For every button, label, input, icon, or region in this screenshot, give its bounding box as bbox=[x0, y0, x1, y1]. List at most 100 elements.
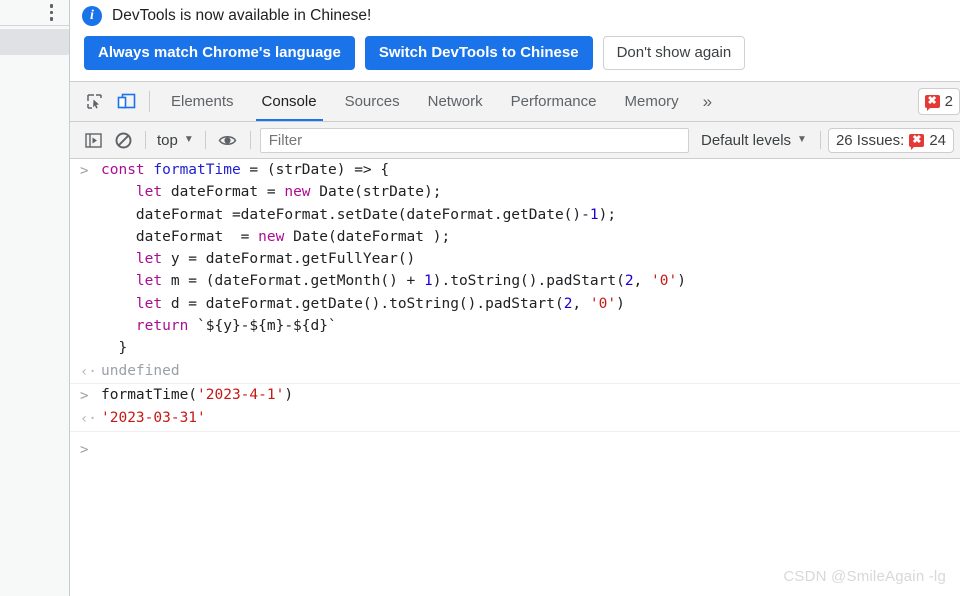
code-token: Date(strDate); bbox=[319, 184, 442, 201]
console-result-value: '2023-03-31' bbox=[101, 407, 206, 429]
browser-toolbar-row bbox=[0, 0, 69, 26]
code-token: let bbox=[101, 251, 171, 268]
tab-label: Sources bbox=[344, 93, 400, 110]
console-code-block: const formatTime = (strDate) => { let da… bbox=[101, 159, 686, 360]
tab-label: Network bbox=[427, 93, 483, 110]
code-token: new bbox=[284, 184, 320, 201]
code-token: let bbox=[101, 273, 171, 290]
code-token: , bbox=[633, 273, 652, 290]
locale-banner-message-row: i DevTools is now available in Chinese! bbox=[82, 6, 950, 26]
clear-console-icon[interactable] bbox=[108, 127, 138, 153]
tab-network[interactable]: Network bbox=[414, 82, 497, 121]
info-icon: i bbox=[82, 6, 102, 26]
console-code-block: formatTime('2023-4-1') bbox=[101, 384, 293, 406]
tabbar-error-count: 2 bbox=[944, 93, 953, 110]
switch-devtools-language-button[interactable]: Switch DevTools to Chinese bbox=[364, 36, 593, 70]
console-toolbar-divider bbox=[819, 131, 821, 149]
code-token: y = dateFormat.getFullYear() bbox=[170, 251, 416, 268]
console-input-marker: > bbox=[80, 387, 89, 404]
issues-label: 26 Issues: bbox=[835, 131, 905, 149]
tab-label: Memory bbox=[624, 93, 679, 110]
code-token: let bbox=[101, 184, 171, 201]
kebab-dot bbox=[49, 4, 53, 8]
code-token: ); bbox=[598, 206, 617, 223]
tabbar-error-chip[interactable]: ✖ 2 bbox=[917, 88, 960, 115]
console-sidebar-icon[interactable] bbox=[78, 127, 108, 153]
console-output-area[interactable]: > const formatTime = (strDate) => { let … bbox=[70, 159, 960, 596]
kebab-dot bbox=[49, 17, 53, 21]
issues-status-bar[interactable]: 26 Issues: ✖ 24 bbox=[827, 127, 954, 153]
console-output-marker: ‹· bbox=[80, 363, 97, 380]
console-output-marker: ‹· bbox=[80, 411, 97, 428]
browser-selected-row[interactable] bbox=[0, 29, 69, 55]
tab-sources[interactable]: Sources bbox=[331, 82, 414, 121]
browser-left-strip bbox=[0, 0, 70, 596]
tab-performance[interactable]: Performance bbox=[497, 82, 611, 121]
device-toolbar-icon[interactable] bbox=[110, 82, 142, 121]
devtools-pane: i DevTools is now available in Chinese! … bbox=[70, 0, 960, 596]
tabbar-spacer bbox=[722, 82, 918, 121]
console-input-entry[interactable]: > const formatTime = (strDate) => { let … bbox=[70, 159, 960, 360]
code-token: ) bbox=[616, 295, 625, 312]
tab-console[interactable]: Console bbox=[248, 82, 331, 121]
log-levels-value: Default levels bbox=[700, 131, 792, 149]
code-token: = (strDate) => { bbox=[240, 162, 390, 178]
console-input-marker: > bbox=[80, 163, 89, 179]
code-token: Date(dateFormat ); bbox=[293, 228, 451, 245]
code-token: const bbox=[101, 162, 154, 178]
locale-banner-message: DevTools is now available in Chinese! bbox=[112, 7, 372, 24]
devtools-tabbar: Elements Console Sources Network Perform… bbox=[70, 82, 960, 122]
error-bubble-icon: ✖ bbox=[924, 95, 940, 111]
locale-banner-actions: Always match Chrome's language Switch De… bbox=[84, 36, 950, 70]
tab-elements[interactable]: Elements bbox=[157, 82, 248, 121]
console-output-entry: ‹· undefined bbox=[70, 360, 960, 384]
live-expression-eye-icon[interactable] bbox=[213, 127, 243, 153]
dont-show-again-button[interactable]: Don't show again bbox=[602, 36, 746, 70]
chevron-down-icon: ▼ bbox=[797, 134, 807, 145]
code-token: let bbox=[101, 295, 171, 312]
console-prompt-marker: > bbox=[80, 441, 89, 458]
code-token: m = (dateFormat.getMonth() + bbox=[170, 273, 425, 290]
kebab-menu-icon[interactable] bbox=[48, 2, 56, 23]
tab-label: Performance bbox=[510, 93, 597, 110]
console-filter-input[interactable] bbox=[259, 127, 689, 153]
locale-banner: i DevTools is now available in Chinese! … bbox=[70, 0, 960, 82]
code-token: , bbox=[572, 295, 590, 312]
console-log-levels-selector[interactable]: Default levels ▼ bbox=[695, 132, 813, 149]
code-token: } bbox=[101, 340, 128, 357]
code-token: undefined bbox=[101, 362, 180, 379]
chevron-down-icon: ▼ bbox=[183, 134, 194, 145]
tabbar-divider bbox=[149, 91, 150, 112]
console-toolbar-divider bbox=[204, 131, 206, 149]
code-token: return bbox=[101, 318, 198, 335]
code-token: dateFormat =dateFormat.setDate(dateForma… bbox=[101, 206, 590, 223]
console-prompt-row[interactable]: > bbox=[70, 432, 960, 461]
code-token: ) bbox=[284, 386, 294, 403]
javascript-context-selector[interactable]: top ▼ bbox=[153, 132, 198, 149]
inspect-element-icon[interactable] bbox=[78, 82, 110, 121]
code-token: '2023-03-31' bbox=[101, 410, 206, 427]
tab-label: Console bbox=[261, 93, 317, 110]
code-token: 1 bbox=[424, 273, 433, 290]
code-token: formatTime bbox=[153, 162, 241, 178]
console-toolbar: top ▼ Default levels ▼ 26 Issues: ✖ bbox=[70, 122, 960, 159]
code-token: dateFormat = bbox=[101, 228, 259, 245]
tab-label: Elements bbox=[171, 93, 234, 110]
code-token: formatTime( bbox=[101, 386, 198, 403]
code-token: new bbox=[258, 228, 294, 245]
error-bubble-icon: ✖ bbox=[909, 133, 925, 150]
code-token: dateFormat = bbox=[170, 184, 285, 201]
code-token: `${y}-${m}-${d}` bbox=[197, 318, 337, 335]
watermark-text: CSDN @SmileAgain -lg bbox=[783, 567, 946, 585]
code-token: 1 bbox=[589, 206, 599, 223]
code-token: ) bbox=[677, 273, 686, 290]
code-token: d = dateFormat.getDate().toString().padS… bbox=[170, 295, 564, 312]
always-match-language-button[interactable]: Always match Chrome's language bbox=[84, 36, 355, 70]
console-toolbar-divider bbox=[249, 131, 251, 149]
more-tabs-icon[interactable]: » bbox=[693, 82, 722, 121]
code-token: '0' bbox=[651, 273, 678, 290]
context-value: top bbox=[157, 131, 178, 149]
kebab-dot bbox=[49, 10, 53, 15]
tab-memory[interactable]: Memory bbox=[611, 82, 693, 121]
console-input-entry[interactable]: > formatTime('2023-4-1') bbox=[70, 384, 960, 407]
